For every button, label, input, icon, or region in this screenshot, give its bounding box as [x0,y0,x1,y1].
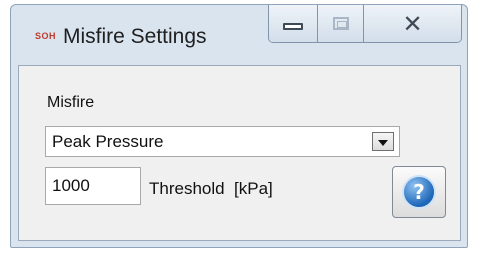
help-button[interactable]: ? [392,166,446,218]
window-controls: ✕ [268,5,462,43]
threshold-label: Threshold [kPa] [149,179,273,198]
misfire-label: Misfire [47,94,95,111]
minimize-icon [283,23,303,30]
window-title: Misfire Settings [63,25,207,48]
close-icon: ✕ [402,9,423,38]
app-logo-icon: SOH [35,31,57,41]
threshold-input[interactable] [45,167,141,205]
chevron-down-icon [378,139,388,146]
settings-panel: Misfire Peak Pressure Threshold [kPa] ? [18,65,461,241]
maximize-button[interactable] [317,5,363,42]
misfire-mode-dropdown[interactable]: Peak Pressure [45,126,400,157]
misfire-mode-value: Peak Pressure [52,132,164,151]
maximize-icon [332,17,349,30]
title-bar[interactable]: SOH Misfire Settings ✕ [11,5,467,63]
minimize-button[interactable] [269,5,317,42]
dropdown-arrow-button[interactable] [372,132,394,151]
close-button[interactable]: ✕ [363,5,461,42]
help-icon: ? [402,175,436,209]
misfire-settings-window: SOH Misfire Settings ✕ Misfire Peak Pres… [10,4,468,248]
